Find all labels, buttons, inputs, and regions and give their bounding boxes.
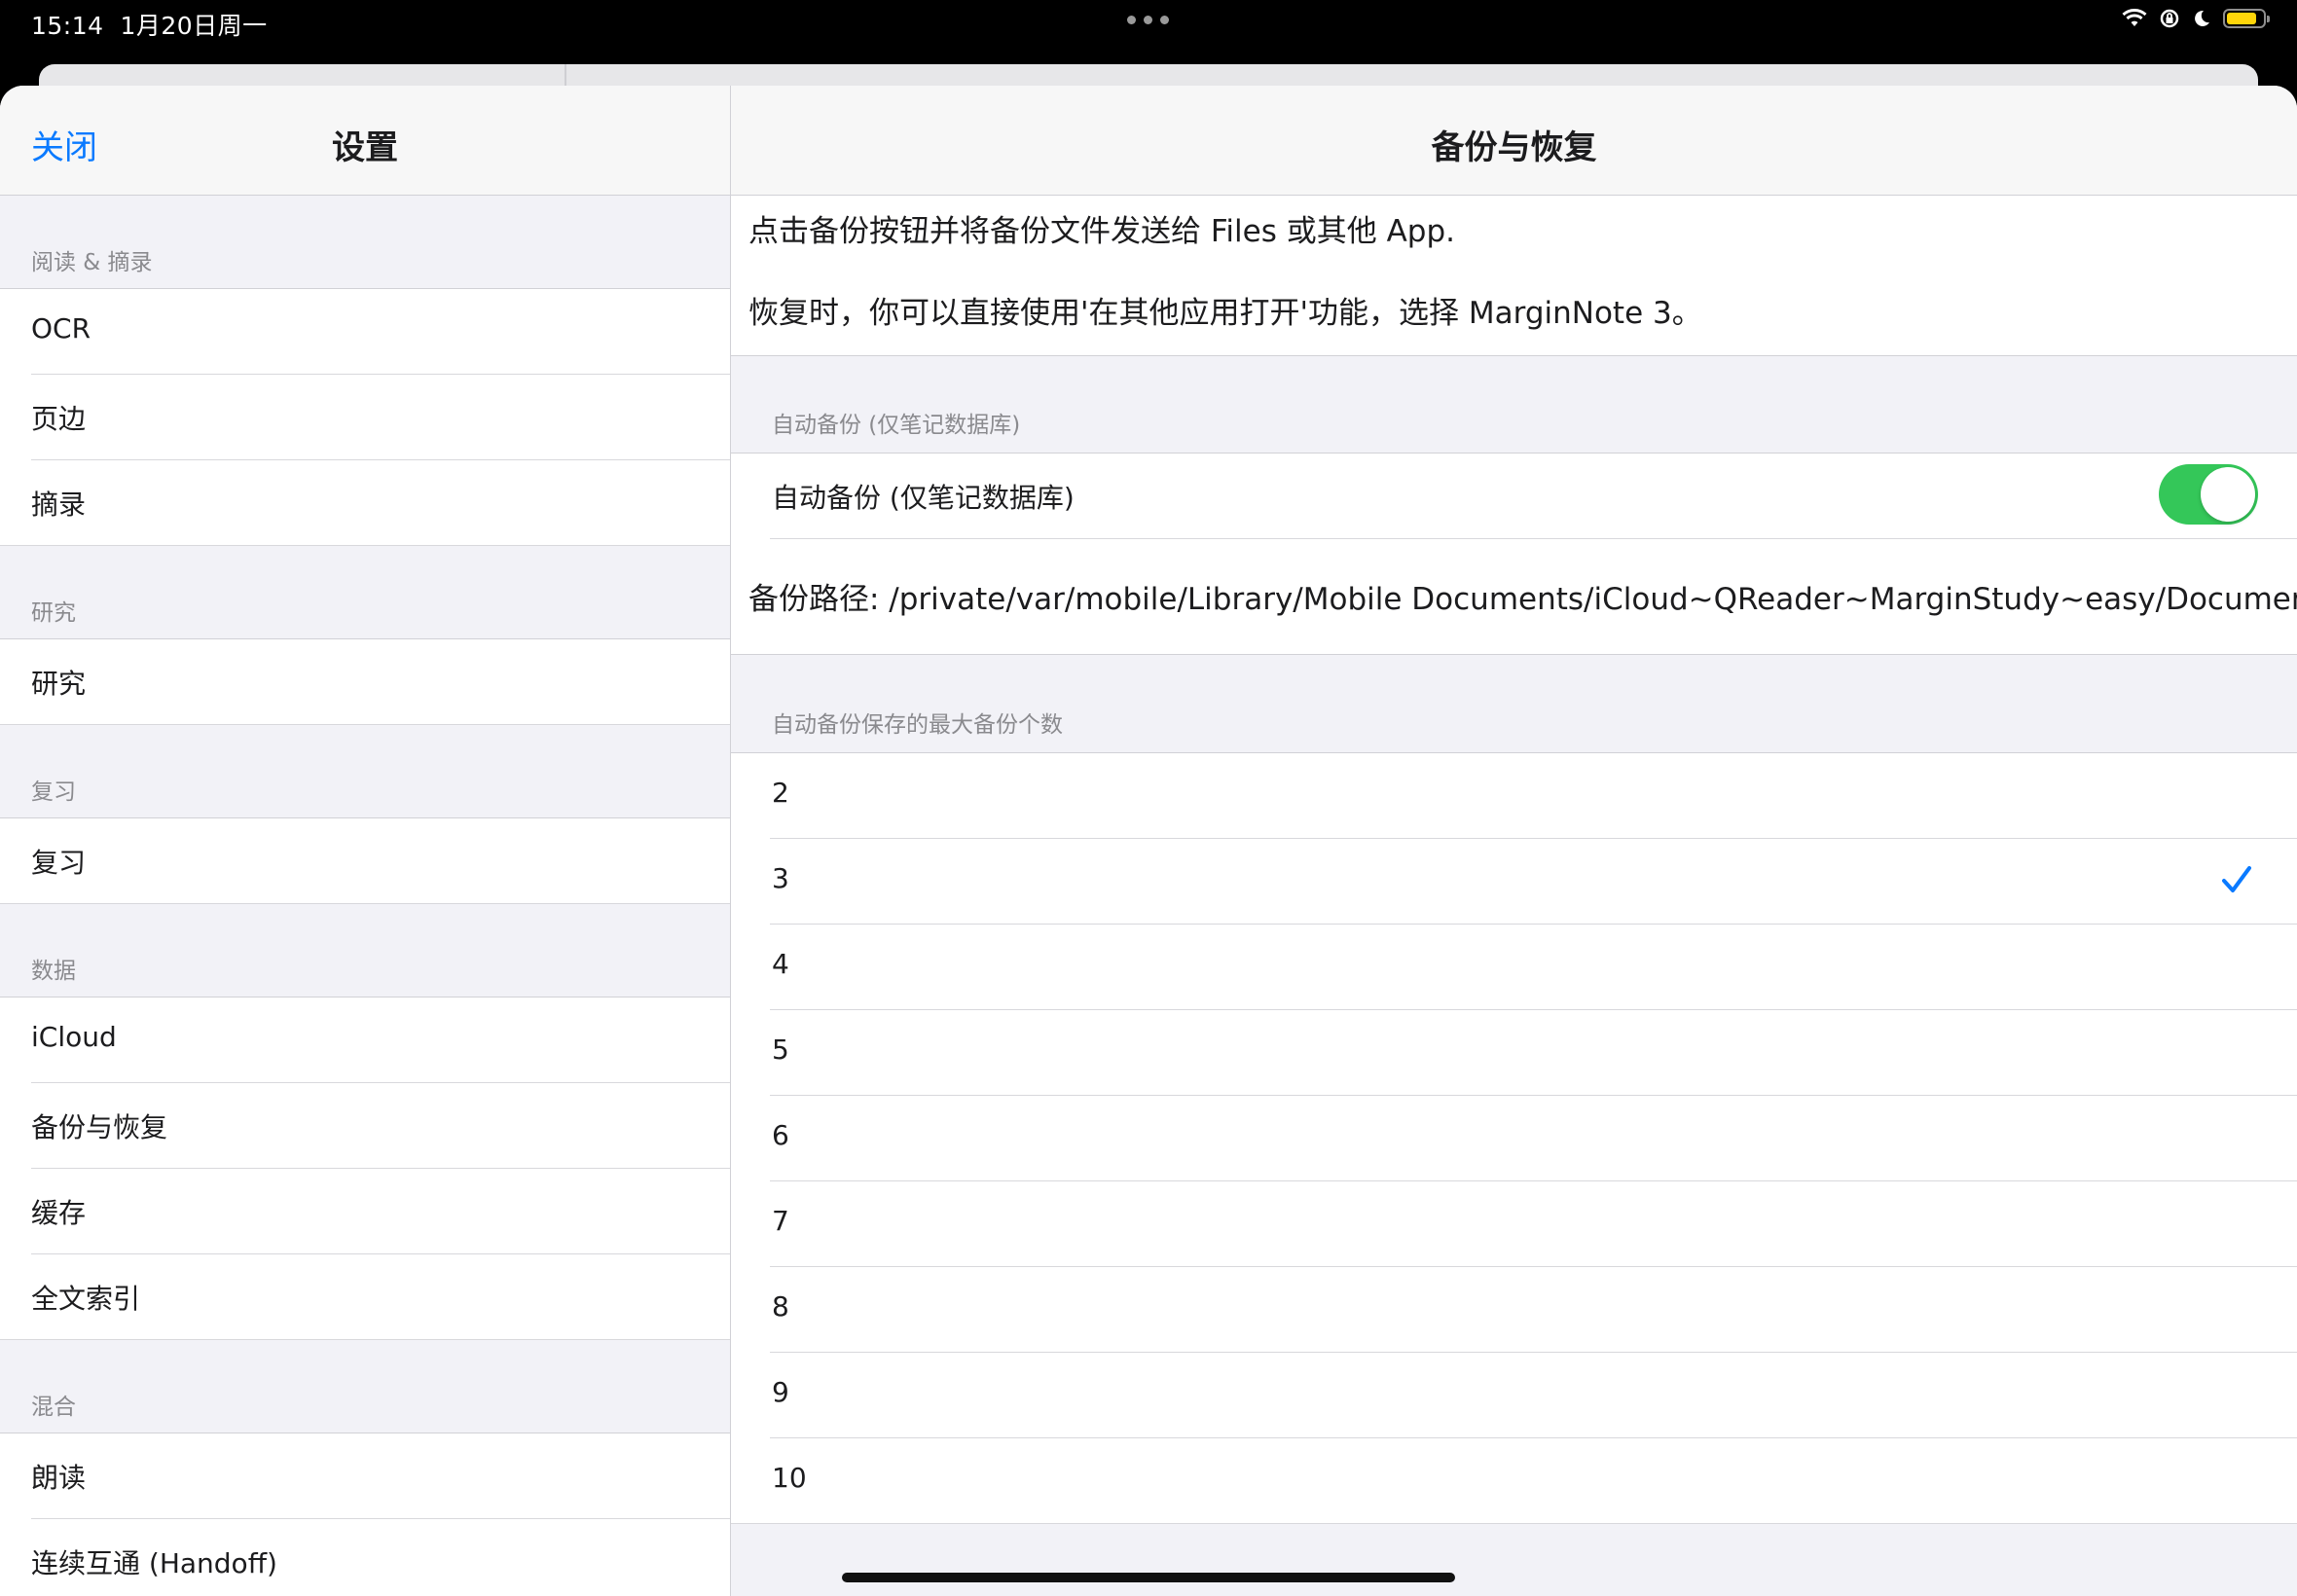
group-header-label: 研究 <box>31 600 76 626</box>
home-indicator[interactable] <box>842 1573 1455 1582</box>
multitasking-dots-icon[interactable] <box>1127 16 1169 24</box>
sidebar-item-label: 连续互通 (Handoff) <box>31 1547 277 1579</box>
settings-sheet: 关闭 设置 阅读 & 摘录 OCR 页边 摘录 研究 研究 复习 复习 数据 i… <box>0 86 2297 1596</box>
auto-backup-label: 自动备份 (仅笔记数据库) <box>772 482 1075 514</box>
sidebar-group: 混合 朗读 连续互通 (Handoff) <box>0 1340 730 1596</box>
max-backups-option[interactable]: 9 <box>731 1353 2297 1438</box>
backup-description: 点击备份按钮并将备份文件发送给 Files 或其他 App. 恢复时，你可以直接… <box>731 196 2297 356</box>
sidebar-item-cache[interactable]: 缓存 <box>0 1169 730 1254</box>
auto-backup-row: 自动备份 (仅笔记数据库) <box>731 453 2297 539</box>
auto-backup-header: 自动备份 (仅笔记数据库) <box>731 356 2297 453</box>
sidebar-navbar: 关闭 设置 <box>0 86 730 196</box>
detail-pane: 备份与恢复 点击备份按钮并将备份文件发送给 Files 或其他 App. 恢复时… <box>731 86 2297 1596</box>
group-header: 阅读 & 摘录 <box>0 196 730 289</box>
settings-sidebar: 关闭 设置 阅读 & 摘录 OCR 页边 摘录 研究 研究 复习 复习 数据 i… <box>0 86 731 1596</box>
backup-path-text: 备份路径: /private/var/mobile/Library/Mobile… <box>748 582 2297 617</box>
sidebar-item-margin[interactable]: 页边 <box>0 375 730 460</box>
group-header: 混合 <box>0 1340 730 1433</box>
sidebar-item-label: 全文索引 <box>31 1283 141 1315</box>
sidebar-item-label: 页边 <box>31 403 87 435</box>
orientation-lock-icon <box>2160 9 2179 28</box>
option-label: 5 <box>772 1034 789 1066</box>
sidebar-item-label: 复习 <box>31 847 87 879</box>
sidebar-item-label: iCloud <box>31 1021 117 1053</box>
sidebar-item-review[interactable]: 复习 <box>0 818 730 904</box>
battery-icon <box>2223 9 2270 28</box>
max-backups-header: 自动备份保存的最大备份个数 <box>731 655 2297 753</box>
sidebar-item-icloud[interactable]: iCloud <box>0 998 730 1083</box>
max-backups-option[interactable]: 3 <box>731 839 2297 925</box>
group-header-label: 复习 <box>31 780 76 805</box>
option-label: 4 <box>772 948 789 980</box>
sidebar-item-label: 缓存 <box>31 1197 87 1229</box>
moon-icon <box>2195 10 2209 26</box>
sidebar-list: 阅读 & 摘录 OCR 页边 摘录 研究 研究 复习 复习 数据 iCloud … <box>0 196 730 1596</box>
max-backups-list: 2 3 4 5 6 7 8 9 10 <box>731 753 2297 1524</box>
sidebar-group: 数据 iCloud 备份与恢复 缓存 全文索引 <box>0 904 730 1340</box>
sidebar-item-label: OCR <box>31 312 91 345</box>
option-label: 6 <box>772 1119 789 1151</box>
status-time: 15:14 1月20日周一 <box>31 7 268 42</box>
option-label: 3 <box>772 862 789 894</box>
status-bar: 15:14 1月20日周一 <box>0 0 2297 62</box>
group-header-label: 自动备份保存的最大备份个数 <box>772 712 1063 738</box>
toggle-knob <box>2201 467 2255 522</box>
max-backups-option[interactable]: 2 <box>731 753 2297 839</box>
option-label: 7 <box>772 1205 789 1237</box>
checkmark-icon <box>2222 866 2251 892</box>
sidebar-item-excerpt[interactable]: 摘录 <box>0 460 730 546</box>
sidebar-item-research[interactable]: 研究 <box>0 639 730 725</box>
wifi-icon <box>2122 9 2147 26</box>
description-line: 点击备份按钮并将备份文件发送给 Files 或其他 App. <box>748 214 1456 249</box>
group-header: 数据 <box>0 904 730 998</box>
clock-date: 1月20日周一 <box>120 12 268 40</box>
max-backups-option[interactable]: 4 <box>731 925 2297 1010</box>
sidebar-item-label: 研究 <box>31 668 87 700</box>
clock-time: 15:14 <box>31 12 104 40</box>
max-backups-option[interactable]: 5 <box>731 1010 2297 1096</box>
group-header: 研究 <box>0 546 730 639</box>
option-label: 10 <box>772 1462 807 1494</box>
auto-backup-toggle[interactable] <box>2159 464 2258 525</box>
option-label: 8 <box>772 1290 789 1323</box>
sidebar-group: 研究 研究 <box>0 546 730 725</box>
group-header-label: 数据 <box>31 959 76 984</box>
group-header-label: 混合 <box>31 1395 76 1420</box>
sidebar-item-read-aloud[interactable]: 朗读 <box>0 1433 730 1519</box>
detail-navbar: 备份与恢复 <box>731 86 2297 196</box>
max-backups-option[interactable]: 7 <box>731 1181 2297 1267</box>
sidebar-item-backup-restore[interactable]: 备份与恢复 <box>0 1083 730 1169</box>
max-backups-option[interactable]: 6 <box>731 1096 2297 1181</box>
sidebar-group: 阅读 & 摘录 OCR 页边 摘录 <box>0 196 730 546</box>
detail-title: 备份与恢复 <box>1431 128 1597 167</box>
status-icons <box>2122 8 2270 29</box>
sidebar-title: 设置 <box>332 128 398 167</box>
option-label: 9 <box>772 1376 789 1408</box>
sidebar-item-fulltext-index[interactable]: 全文索引 <box>0 1254 730 1340</box>
detail-content: 点击备份按钮并将备份文件发送给 Files 或其他 App. 恢复时，你可以直接… <box>731 196 2297 1524</box>
battery-level <box>2227 13 2256 24</box>
option-label: 2 <box>772 777 789 809</box>
sidebar-group: 复习 复习 <box>0 725 730 904</box>
sidebar-item-handoff[interactable]: 连续互通 (Handoff) <box>0 1519 730 1596</box>
max-backups-option[interactable]: 10 <box>731 1438 2297 1524</box>
group-header-label: 自动备份 (仅笔记数据库) <box>772 413 1021 438</box>
backup-path-row: 备份路径: /private/var/mobile/Library/Mobile… <box>731 539 2297 655</box>
sidebar-item-label: 朗读 <box>31 1462 87 1494</box>
sidebar-item-label: 备份与恢复 <box>31 1111 168 1143</box>
max-backups-option[interactable]: 8 <box>731 1267 2297 1353</box>
group-header: 复习 <box>0 725 730 818</box>
group-header-label: 阅读 & 摘录 <box>31 250 153 275</box>
sidebar-item-label: 摘录 <box>31 489 87 521</box>
description-line: 恢复时，你可以直接使用'在其他应用打开'功能，选择 MarginNote 3。 <box>748 296 1702 331</box>
sidebar-item-ocr[interactable]: OCR <box>0 289 730 375</box>
